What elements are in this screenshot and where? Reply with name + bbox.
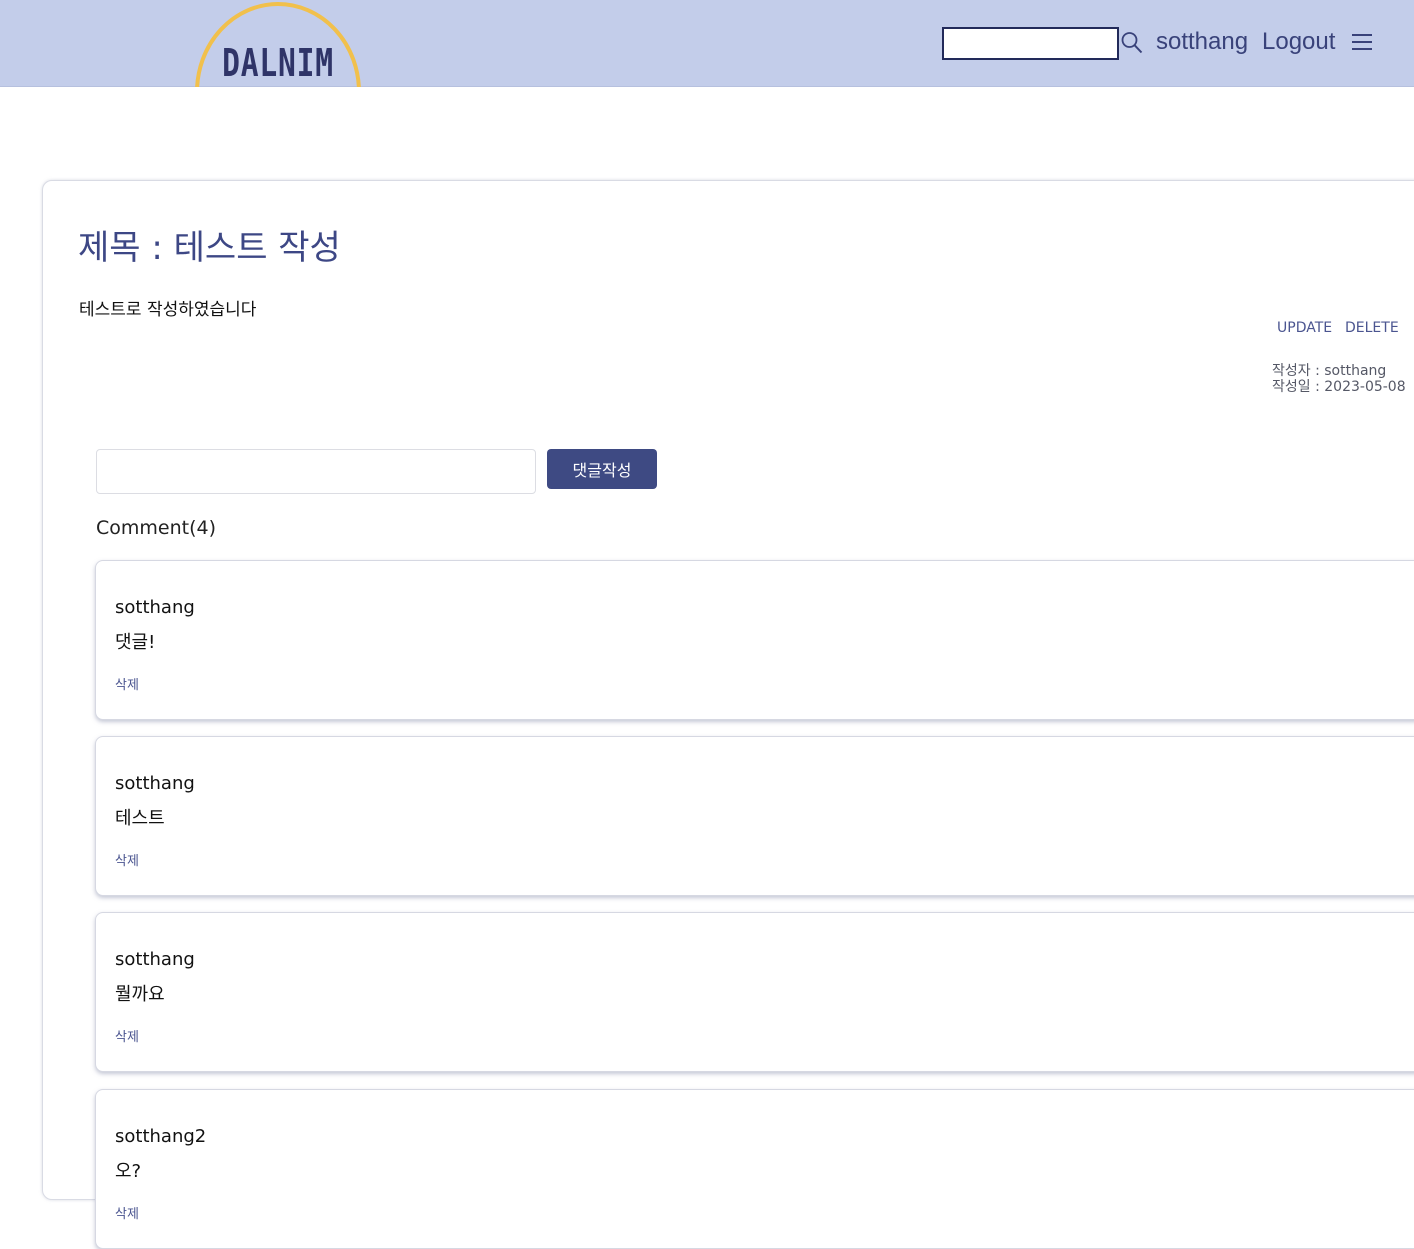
comment-author: sotthang bbox=[115, 597, 195, 618]
comment-item: sotthang 댓글! 삭제 bbox=[95, 560, 1414, 720]
comment-author: sotthang2 bbox=[115, 1126, 207, 1147]
comment-text: 테스트 bbox=[115, 808, 165, 829]
top-header: DALNIM sotthang Logout bbox=[0, 0, 1414, 87]
comment-text: 댓글! bbox=[115, 632, 156, 653]
delete-post-link[interactable]: DELETE bbox=[1345, 318, 1399, 338]
logo-text: DALNIM bbox=[222, 41, 334, 85]
delete-comment-link[interactable]: 삭제 bbox=[115, 1029, 139, 1047]
delete-comment-link[interactable]: 삭제 bbox=[115, 853, 139, 871]
logout-link[interactable]: Logout bbox=[1262, 25, 1335, 59]
post-author: 작성자 : sotthang bbox=[1272, 363, 1387, 379]
comment-item: sotthang 뭘까요 삭제 bbox=[95, 912, 1414, 1072]
comment-item: sotthang2 오? 삭제 bbox=[95, 1089, 1414, 1249]
post-body: 테스트로 작성하였습니다 bbox=[79, 300, 257, 320]
comment-count-heading: Comment(4) bbox=[96, 517, 217, 539]
dalnim-logo[interactable]: DALNIM bbox=[195, 0, 361, 87]
update-post-link[interactable]: UPDATE bbox=[1277, 318, 1332, 338]
post-title: 제목 : 테스트 작성 bbox=[78, 228, 341, 268]
comment-author: sotthang bbox=[115, 949, 195, 970]
search-icon[interactable] bbox=[1121, 31, 1143, 55]
nav-username-link[interactable]: sotthang bbox=[1156, 25, 1248, 59]
search-input[interactable] bbox=[942, 27, 1119, 60]
comment-item: sotthang 테스트 삭제 bbox=[95, 736, 1414, 896]
comment-author: sotthang bbox=[115, 773, 195, 794]
delete-comment-link[interactable]: 삭제 bbox=[115, 677, 139, 695]
delete-comment-link[interactable]: 삭제 bbox=[115, 1206, 139, 1224]
comment-input[interactable] bbox=[96, 449, 536, 494]
post-date: 작성일 : 2023-05-08 bbox=[1272, 379, 1406, 395]
hamburger-menu-icon[interactable] bbox=[1351, 33, 1373, 51]
comment-text: 뭘까요 bbox=[115, 984, 165, 1005]
submit-comment-button[interactable]: 댓글작성 bbox=[547, 449, 657, 489]
comment-text: 오? bbox=[115, 1161, 142, 1182]
